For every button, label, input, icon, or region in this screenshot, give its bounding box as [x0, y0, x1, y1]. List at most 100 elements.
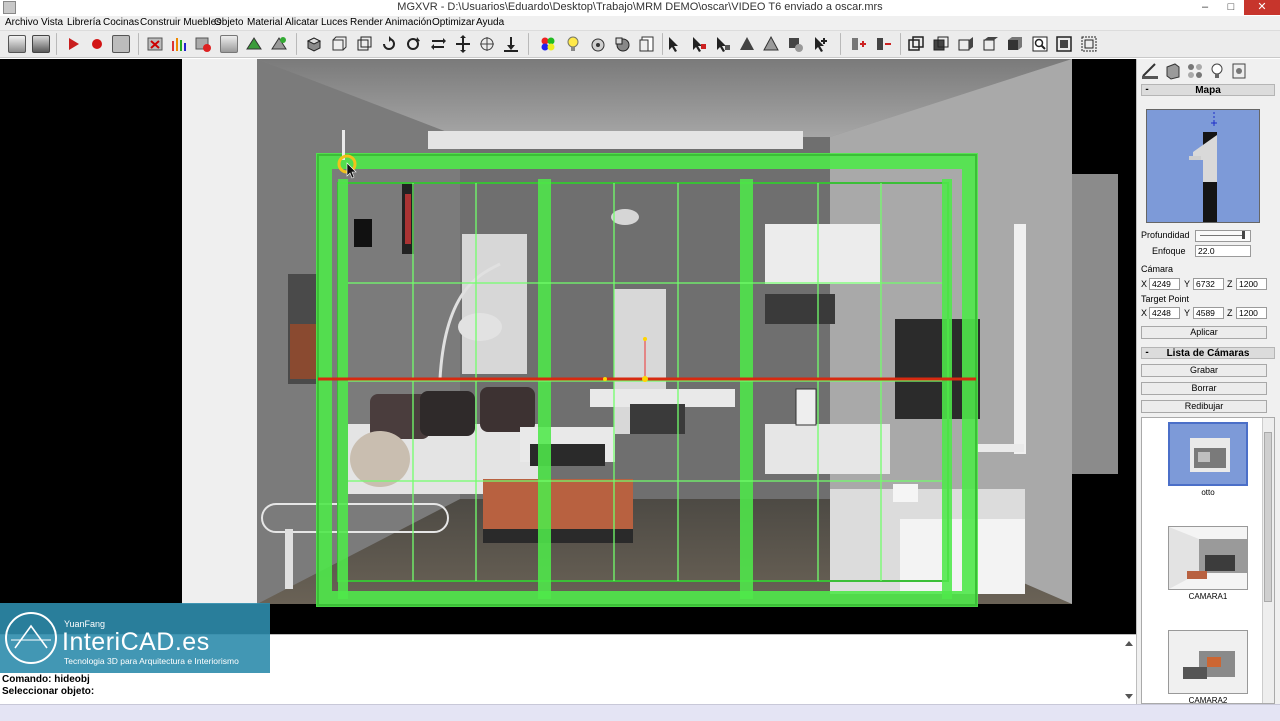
view-side-icon[interactable] [957, 35, 975, 53]
delete-icon[interactable] [146, 35, 164, 53]
toolbar-separator [900, 33, 901, 55]
view-persp-icon[interactable] [907, 35, 925, 53]
objects-tab[interactable] [1185, 61, 1205, 81]
pointer-icon[interactable] [664, 35, 682, 53]
wall-icon[interactable] [220, 35, 238, 53]
page-icon[interactable] [638, 35, 656, 53]
menu-libreria[interactable]: Librería [67, 17, 101, 28]
camera-thumbnail-camara1[interactable] [1168, 526, 1248, 590]
move-icon[interactable] [454, 35, 472, 53]
intericad-logo-icon [5, 612, 57, 664]
camara-x-label: X [1141, 279, 1148, 289]
minimize-button[interactable]: – [1192, 0, 1218, 15]
camera-list-header-label: Lista de Cámaras [1166, 348, 1250, 359]
tile-icon[interactable] [245, 35, 263, 53]
color-icon[interactable] [539, 35, 557, 53]
view-front-icon[interactable] [932, 35, 950, 53]
render-icon[interactable] [613, 35, 631, 53]
camera-list-header[interactable]: - Lista de Cámaras [1141, 347, 1275, 359]
target-y-input[interactable]: 4589 [1193, 307, 1224, 319]
profundidad-slider[interactable] [1195, 230, 1251, 242]
tools-tab[interactable] [1140, 61, 1160, 81]
enfoque-input[interactable]: 22.0 [1195, 245, 1251, 257]
profundidad-slider-handle[interactable] [1242, 231, 1245, 239]
camera-thumbnail-otto[interactable] [1168, 422, 1248, 486]
erase-icon[interactable] [194, 35, 212, 53]
select-icon[interactable] [689, 35, 707, 53]
new-icon[interactable] [8, 35, 26, 53]
map-header[interactable]: - Mapa [1141, 84, 1275, 96]
zoom-window-icon[interactable] [1080, 35, 1098, 53]
view-top-icon[interactable] [982, 35, 1000, 53]
scale-icon[interactable] [478, 35, 496, 53]
paint-icon[interactable] [270, 35, 288, 53]
view-iso-icon[interactable] [1006, 35, 1024, 53]
camara-z-label: Z [1227, 279, 1233, 289]
menu-cocinas[interactable]: Cocinas [103, 17, 139, 28]
menu-material[interactable]: Material [247, 17, 283, 28]
room-render[interactable] [0, 59, 1136, 634]
camera-thumbnail-camara2[interactable] [1168, 630, 1248, 694]
menu-ayuda[interactable]: Ayuda [476, 17, 504, 28]
camara-label: Cámara [1141, 264, 1174, 274]
play-icon[interactable] [64, 35, 82, 53]
menu-alicatar[interactable]: Alicatar [285, 17, 318, 28]
select-add-icon[interactable] [713, 35, 731, 53]
menu-luces[interactable]: Luces [321, 17, 348, 28]
menu-construir-muebles[interactable]: Construir Muebles [140, 17, 221, 28]
window-title: MGXVR - D:\Usuarios\Eduardo\Desktop\Trab… [397, 1, 883, 13]
collapse-map-button[interactable]: - [1143, 84, 1151, 95]
record-icon[interactable] [88, 35, 106, 53]
library-tab[interactable] [1229, 61, 1249, 81]
cone-icon[interactable] [762, 35, 780, 53]
viewport-3d[interactable] [0, 59, 1136, 634]
box-icon[interactable] [330, 35, 348, 53]
close-button[interactable]: ✕ [1244, 0, 1280, 15]
toolbar-separator [840, 33, 841, 55]
menu-objeto[interactable]: Objeto [214, 17, 243, 28]
menu-render[interactable]: Render [350, 17, 383, 28]
save-icon[interactable] [32, 35, 50, 53]
grabar-button[interactable]: Grabar [1141, 364, 1267, 377]
map-header-label: Mapa [1195, 85, 1221, 96]
snap-icon[interactable] [849, 35, 867, 53]
camara-z-input[interactable]: 1200 [1236, 278, 1267, 290]
rotate-z-icon[interactable] [404, 35, 422, 53]
camera-map[interactable] [1146, 109, 1260, 223]
light-icon[interactable] [564, 35, 582, 53]
lights-tab[interactable] [1207, 61, 1227, 81]
snap2-icon[interactable] [874, 35, 892, 53]
target-y-label: Y [1184, 308, 1191, 318]
cube-icon[interactable] [305, 35, 323, 53]
camara-y-input[interactable]: 6732 [1193, 278, 1224, 290]
borrar-button[interactable]: Borrar [1141, 382, 1267, 395]
swap-icon[interactable] [429, 35, 447, 53]
bars-icon[interactable] [170, 35, 188, 53]
zoom-icon[interactable] [1031, 35, 1049, 53]
frame-icon[interactable] [355, 35, 373, 53]
zoom-extents-icon[interactable] [1055, 35, 1073, 53]
menu-animacion[interactable]: Animación [385, 17, 432, 28]
menu-vista[interactable]: Vista [41, 17, 63, 28]
rotate-icon[interactable] [380, 35, 398, 53]
menu-archivo[interactable]: Archivo [5, 17, 38, 28]
group-icon[interactable] [786, 35, 804, 53]
target-x-input[interactable]: 4248 [1149, 307, 1180, 319]
camera-list-scrollbar[interactable] [1262, 418, 1274, 703]
camera-icon[interactable] [112, 35, 130, 53]
collapse-camera-list-button[interactable]: - [1143, 347, 1151, 358]
command-scrollbar[interactable] [1124, 639, 1134, 701]
pointer-plus-icon[interactable] [811, 35, 829, 53]
aplicar-button[interactable]: Aplicar [1141, 326, 1267, 339]
drop-icon[interactable] [502, 35, 520, 53]
redibujar-button[interactable]: Redibujar [1141, 400, 1267, 413]
materials-tab[interactable] [1163, 61, 1183, 81]
camera-list-items: otto CAMARA1 CAMARA2 [1142, 418, 1262, 703]
camara-x-input[interactable]: 4249 [1149, 278, 1180, 290]
sharp-icon[interactable] [738, 35, 756, 53]
bucket-icon[interactable] [589, 35, 607, 53]
target-z-input[interactable]: 1200 [1236, 307, 1267, 319]
maximize-button[interactable]: □ [1218, 0, 1244, 15]
camera-list-scroll-thumb[interactable] [1264, 432, 1272, 602]
menu-optimizar[interactable]: Optimizar [432, 17, 475, 28]
